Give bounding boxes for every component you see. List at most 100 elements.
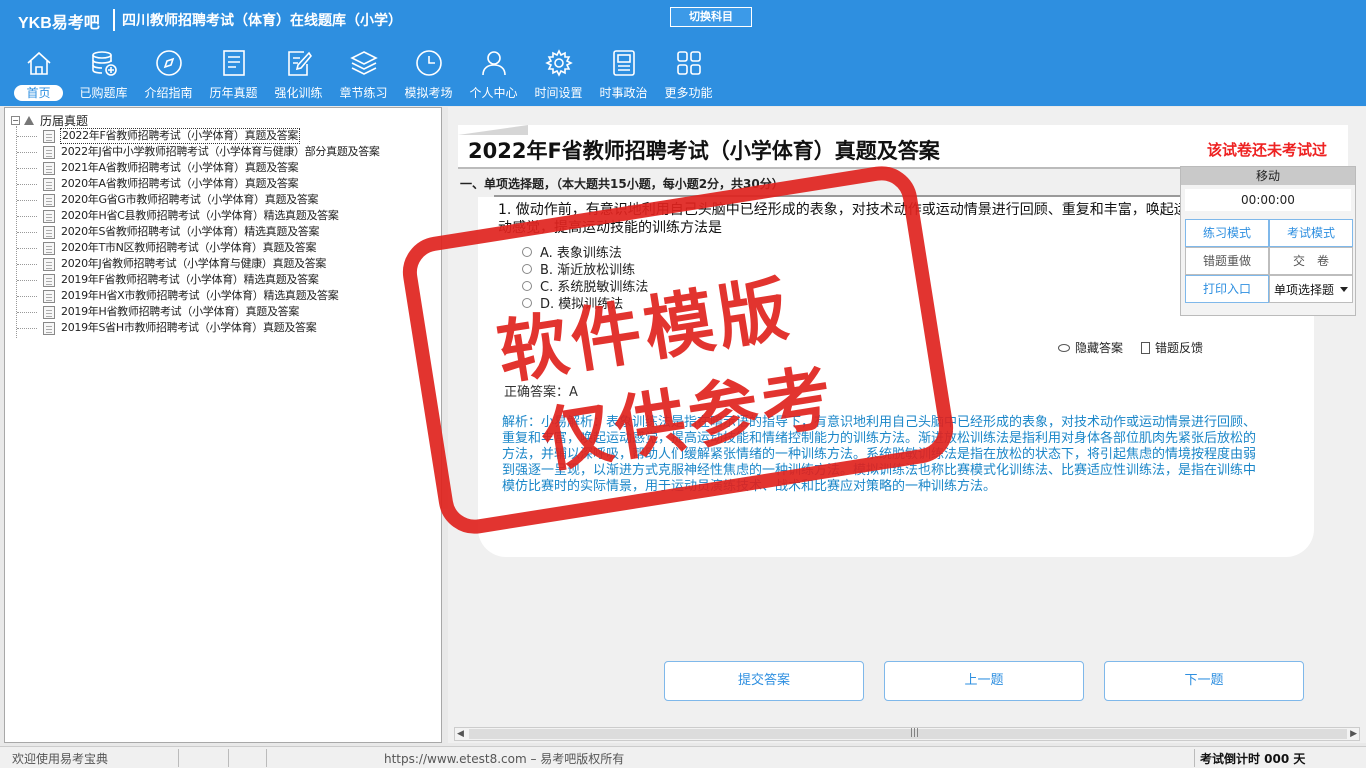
nav-label: 历年真题 (209, 86, 258, 100)
tree-root[interactable]: − 历届真题 (11, 112, 88, 128)
switch-subject-button[interactable]: 切换科目 (670, 7, 752, 27)
tree-list: 2022年F省教师招聘考试（小学体育）真题及答案 2022年J省中小学教师招聘考… (17, 128, 381, 336)
collapse-toggle-icon[interactable]: − (11, 115, 20, 125)
nav-purchased[interactable]: 已购题库 (71, 46, 136, 104)
option-d[interactable]: D. 模拟训练法 (522, 294, 648, 312)
tree-item[interactable]: 2022年F省教师招聘考试（小学体育）真题及答案 (17, 128, 381, 144)
nav-label: 已购题库 (79, 86, 128, 100)
submit-answer-button[interactable]: 提交答案 (664, 661, 864, 701)
database-icon (91, 51, 117, 76)
scroll-left-icon[interactable]: ◀ (457, 729, 464, 739)
nav-chapter[interactable]: 章节练习 (331, 46, 396, 104)
report-error-label: 错题反馈 (1155, 341, 1204, 355)
radio-button[interactable] (522, 280, 532, 291)
clock-icon (415, 50, 442, 76)
tree-root-label: 历届真题 (40, 113, 89, 128)
user-icon (481, 51, 506, 76)
exam-control-panel: 移动 00:00:00 练习模式 考试模式 错题重做 交 卷 打印入口 单项选择… (1180, 166, 1356, 316)
paper-title: 2022年F省教师招聘考试（小学体育）真题及答案 (468, 139, 940, 163)
paper-title-bar: 2022年F省教师招聘考试（小学体育）真题及答案 该试卷还未考试过 (458, 125, 1348, 169)
radio-button[interactable] (522, 297, 532, 308)
option-c[interactable]: C. 系统脱敏训练法 (522, 277, 648, 295)
nav-current-affairs[interactable]: 时事政治 (591, 46, 656, 104)
chevron-down-icon (1340, 286, 1348, 292)
status-separator (1194, 749, 1195, 767)
tree-item[interactable]: 2020年H省C县教师招聘考试（小学体育）精选真题及答案 (17, 208, 381, 224)
tree-item-label: 2020年T市N区教师招聘考试（小学体育）真题及答案 (61, 241, 317, 254)
document-icon (43, 145, 55, 159)
option-a[interactable]: A. 表象训练法 (522, 243, 648, 261)
nav-intensive[interactable]: 强化训练 (266, 46, 331, 104)
hide-answer-label: 隐藏答案 (1075, 341, 1124, 355)
tree-item-label: 2020年H省C县教师招聘考试（小学体育）精选真题及答案 (61, 209, 339, 222)
scrollbar-thumb[interactable] (469, 729, 1347, 739)
scroll-right-icon[interactable]: ▶ (1350, 729, 1357, 739)
eye-icon (1058, 343, 1070, 352)
tree-item[interactable]: 2020年J省教师招聘考试（小学体育与健康）真题及答案 (17, 256, 381, 272)
exam-status: 该试卷还未考试过 (1207, 141, 1328, 159)
answer-tools: 隐藏答案 错题反馈 (1058, 339, 1203, 356)
edit-doc-icon (287, 51, 312, 76)
tree-item[interactable]: 2022年J省中小学教师招聘考试（小学体育与健康）部分真题及答案 (17, 144, 381, 160)
tree-item[interactable]: 2020年T市N区教师招聘考试（小学体育）真题及答案 (17, 240, 381, 256)
status-separator (228, 749, 229, 767)
tree-item[interactable]: 2019年F省教师招聘考试（小学体育）精选真题及答案 (17, 272, 381, 288)
hide-answer-button[interactable]: 隐藏答案 (1058, 339, 1123, 356)
status-separator (178, 749, 179, 767)
app-title: 四川教师招聘考试（体育）在线题库（小学） (122, 13, 402, 29)
tree-item-label: 2020年S省教师招聘考试（小学体育）精选真题及答案 (61, 225, 320, 238)
tree-item-label: 2019年H省X市教师招聘考试（小学体育）精选真题及答案 (61, 289, 339, 302)
nav-more[interactable]: 更多功能 (656, 46, 721, 104)
paper-tree-panel: − 历届真题 2022年F省教师招聘考试（小学体育）真题及答案 2022年J省中… (4, 107, 442, 743)
tree-item[interactable]: 2019年S省H市教师招聘考试（小学体育）真题及答案 (17, 320, 381, 336)
option-b[interactable]: B. 渐近放松训练 (522, 260, 648, 278)
tree-item-label: 2019年F省教师招聘考试（小学体育）精选真题及答案 (61, 273, 319, 286)
tree-item-label: 2022年F省教师招聘考试（小学体育）真题及答案 (60, 128, 301, 144)
exam-mode-button[interactable]: 考试模式 (1269, 219, 1353, 247)
tree-item-label: 2020年A省教师招聘考试（小学体育）真题及答案 (61, 177, 299, 190)
exam-timer: 00:00:00 (1185, 189, 1351, 211)
layers-icon (349, 51, 378, 75)
radio-button[interactable] (522, 246, 532, 257)
grid-icon (676, 51, 701, 75)
nav-guide[interactable]: 介绍指南 (136, 46, 201, 104)
document-icon (43, 305, 55, 319)
nav-mock-exam[interactable]: 模拟考场 (396, 46, 461, 104)
nav-past-papers[interactable]: 历年真题 (201, 46, 266, 104)
nav-profile[interactable]: 个人中心 (461, 46, 526, 104)
document-icon (43, 321, 55, 335)
print-button[interactable]: 打印入口 (1185, 275, 1269, 303)
question-text: 1. 做动作前，有意识地利用自己头脑中已经形成的表象，对技术动作或运动情景进行回… (498, 202, 1188, 236)
answer-analysis: 解析：小易解析：表象训练法是指在暗示语的指导下，有意识地利用自己头脑中已经形成的… (502, 415, 1257, 494)
tree-item[interactable]: 2020年G省G市教师招聘考试（小学体育）真题及答案 (17, 192, 381, 208)
document-icon (43, 289, 55, 303)
question-type-select[interactable]: 单项选择题 (1269, 275, 1353, 303)
tree-item[interactable]: 2021年A省教师招聘考试（小学体育）真题及答案 (17, 160, 381, 176)
feedback-icon (1141, 341, 1151, 354)
prev-question-button[interactable]: 上一题 (884, 661, 1084, 701)
next-question-button[interactable]: 下一题 (1104, 661, 1304, 701)
tree-item[interactable]: 2020年A省教师招聘考试（小学体育）真题及答案 (17, 176, 381, 192)
document-icon (43, 273, 55, 287)
tree-item-label: 2019年H省教师招聘考试（小学体育）真题及答案 (61, 305, 300, 318)
nav-label: 强化训练 (274, 86, 323, 100)
move-handle[interactable]: 移动 (1181, 167, 1355, 185)
tree-item[interactable]: 2019年H省教师招聘考试（小学体育）真题及答案 (17, 304, 381, 320)
horizontal-scrollbar[interactable]: ◀ ||| ▶ (454, 727, 1360, 741)
nav-home[interactable]: 首页 (6, 46, 71, 104)
redo-wrong-button[interactable]: 错题重做 (1185, 247, 1269, 275)
nav-time-settings[interactable]: 时间设置 (526, 46, 591, 104)
tree-item[interactable]: 2020年S省教师招聘考试（小学体育）精选真题及答案 (17, 224, 381, 240)
submit-paper-button[interactable]: 交 卷 (1269, 247, 1353, 275)
list-doc-icon (222, 50, 245, 76)
radio-button[interactable] (522, 263, 532, 274)
status-separator (266, 749, 267, 767)
title-tab-decoration (458, 125, 528, 135)
report-error-button[interactable]: 错题反馈 (1141, 339, 1203, 356)
tree-item[interactable]: 2019年H省X市教师招聘考试（小学体育）精选真题及答案 (17, 288, 381, 304)
practice-mode-button[interactable]: 练习模式 (1185, 219, 1269, 247)
header-bar: YKB易考吧 四川教师招聘考试（体育）在线题库（小学） 切换科目 首页 已购题库… (0, 0, 1366, 106)
scroll-grip-icon: ||| (910, 728, 920, 738)
document-icon (43, 225, 55, 239)
compass-icon (155, 50, 182, 76)
